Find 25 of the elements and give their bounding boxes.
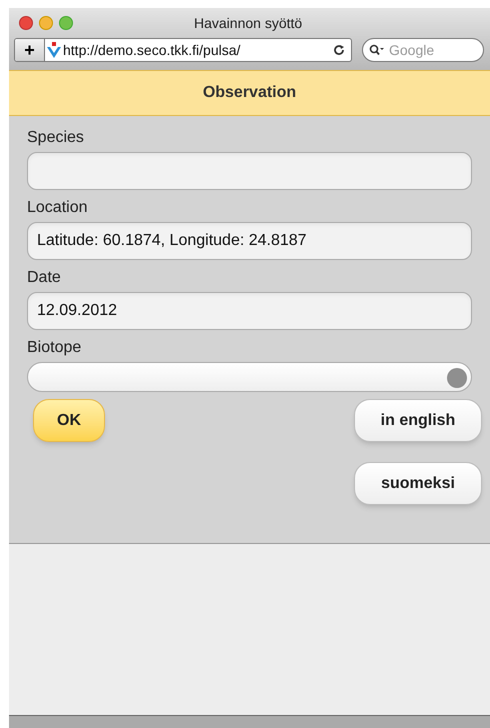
ok-button[interactable]: OK [33,399,105,442]
address-bar[interactable]: + http://demo.seco.tkk.fi/pulsa/ [14,38,352,62]
language-button[interactable]: in english [354,399,482,442]
slider-thumb[interactable] [447,368,467,388]
page-title: Observation [202,83,296,103]
field-label: Date [27,268,62,288]
field-label: Location [27,198,88,218]
search-input[interactable]: Google [389,40,469,60]
zoom-icon[interactable] [59,16,73,30]
language-button[interactable]: suomeksi [354,462,482,505]
text-field[interactable]: Latitude: 60.1874, Longitude: 24.8187 [27,222,472,260]
url-text: http://demo.seco.tkk.fi/pulsa/ [63,40,242,60]
text-field[interactable]: 12.09.2012 [27,292,472,330]
field-label: Biotope [27,338,82,358]
search-bar[interactable]: Google [362,38,484,62]
close-icon[interactable] [19,16,33,30]
window-title: Havainnon syöttö [194,14,302,33]
text-field[interactable] [27,152,472,190]
reload-icon[interactable] [333,44,345,56]
slider-track[interactable] [27,362,472,392]
site-icon [47,42,61,58]
field-label: Species [27,128,85,148]
minimize-icon[interactable] [39,16,53,30]
add-button[interactable]: + [15,39,45,61]
search-icon [369,44,385,56]
